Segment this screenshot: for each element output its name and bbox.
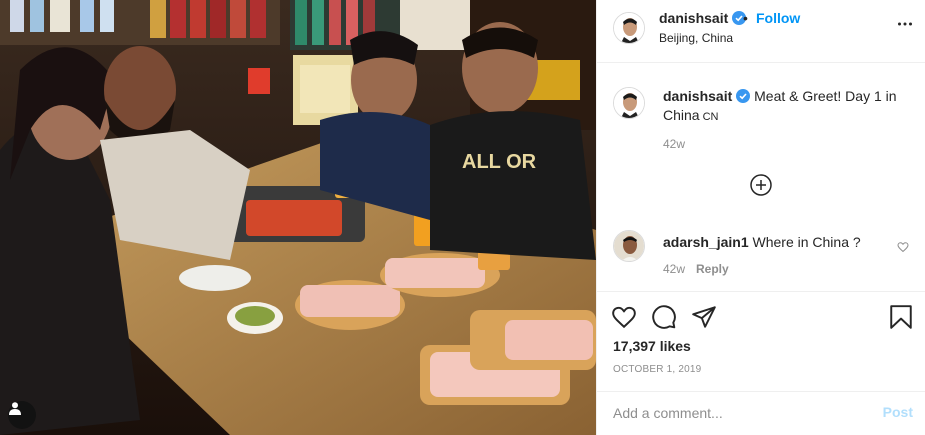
comment-text: Where in China ? [752, 234, 861, 250]
caption: danishsait Meat & Greet! Day 1 in China C… [663, 87, 913, 127]
likes-count[interactable]: 17,397 likes [613, 338, 691, 354]
user-tag-button[interactable] [8, 401, 36, 429]
comment-like-button[interactable] [897, 240, 909, 256]
country-code: CN [702, 111, 719, 123]
comment: adarsh_jain1 Where in China ? [663, 233, 861, 252]
post-photo[interactable]: ALL OR [0, 0, 596, 435]
photo-illustration: ALL OR [0, 0, 596, 435]
author-username[interactable]: danishsait [659, 10, 728, 26]
share-icon [692, 306, 716, 328]
follow-separator: • [743, 10, 748, 26]
verified-badge-icon [736, 89, 751, 103]
heart-icon [897, 242, 909, 253]
instagram-post: ALL OR danishsait • Follow Beijing, Chin… [0, 0, 925, 435]
author-avatar[interactable] [613, 12, 645, 44]
more-options-button[interactable] [897, 16, 913, 35]
svg-text:ALL OR: ALL OR [462, 151, 537, 173]
load-more-comments-button[interactable] [750, 174, 772, 199]
comment-username[interactable]: adarsh_jain1 [663, 234, 749, 250]
comment-input[interactable] [613, 402, 863, 424]
heart-icon [612, 306, 636, 329]
caption-username[interactable]: danishsait [663, 88, 732, 104]
location-link[interactable]: Beijing, China [659, 31, 733, 45]
post-actions: 17,397 likes OCTOBER 1, 2019 [597, 292, 925, 392]
post-date[interactable]: OCTOBER 1, 2019 [613, 364, 701, 375]
comment-button[interactable] [651, 304, 677, 333]
user-tag-icon [9, 402, 21, 415]
share-button[interactable] [691, 304, 717, 333]
caption-timestamp[interactable]: 42w [663, 137, 685, 151]
save-button[interactable] [889, 304, 913, 333]
author-username-link[interactable]: danishsait [659, 10, 747, 26]
reply-button[interactable]: Reply [696, 262, 729, 276]
more-options-icon [898, 22, 912, 26]
load-more-comments-icon [750, 174, 772, 196]
comment-timestamp[interactable]: 42w [663, 262, 685, 276]
caption-avatar[interactable] [613, 87, 645, 119]
bookmark-icon [890, 305, 912, 329]
post-header: danishsait • Follow Beijing, China [597, 0, 925, 63]
commenter-avatar[interactable] [613, 230, 645, 262]
comment-composer: Post [597, 392, 925, 434]
comments-section: danishsait Meat & Greet! Day 1 in China C… [597, 63, 925, 292]
comment-icon [652, 305, 676, 329]
follow-button[interactable]: Follow [756, 10, 800, 26]
like-button[interactable] [611, 304, 637, 333]
post-comment-button[interactable]: Post [883, 404, 913, 420]
post-side-panel: danishsait • Follow Beijing, China danis… [596, 0, 925, 435]
